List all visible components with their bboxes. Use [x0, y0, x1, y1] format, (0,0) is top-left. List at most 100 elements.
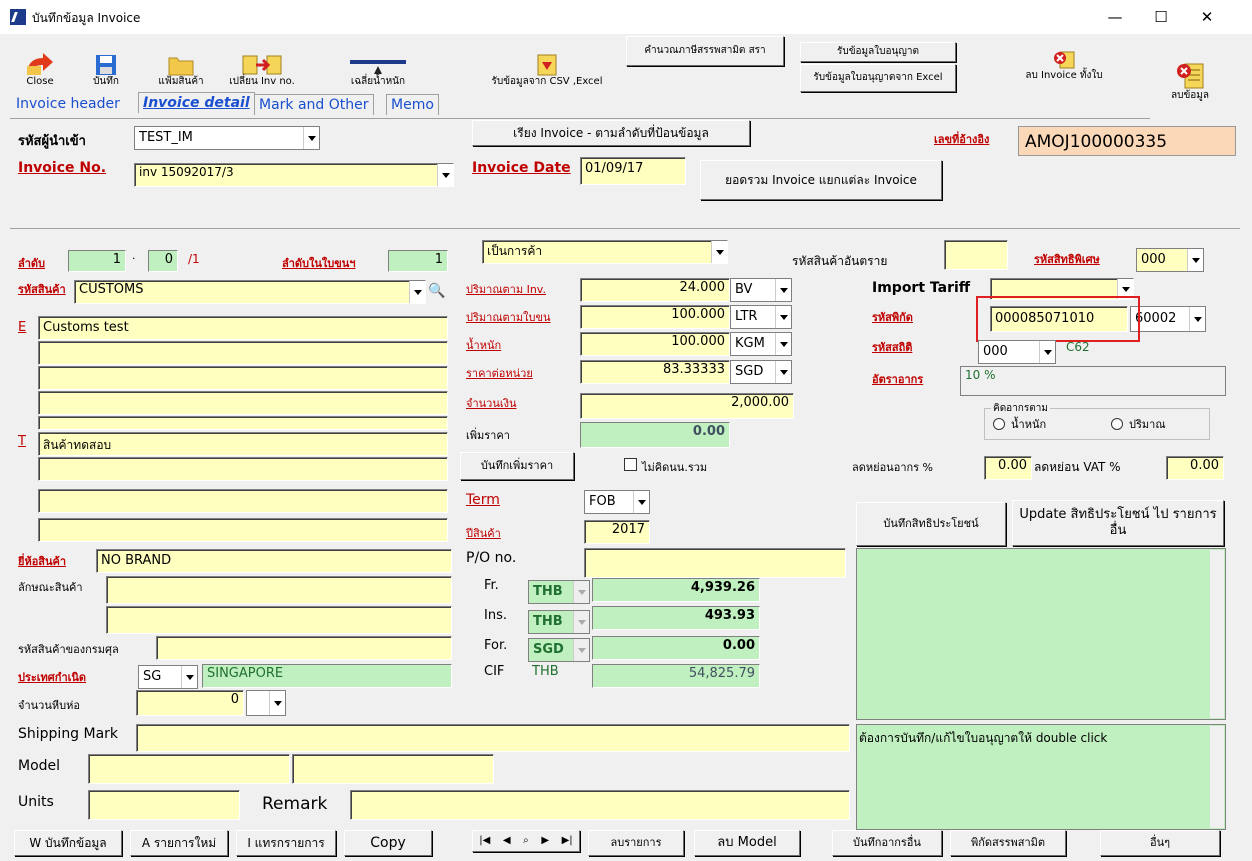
- weight-field[interactable]: 100.000: [580, 332, 730, 356]
- seq-sub-field[interactable]: 0: [148, 250, 178, 272]
- tab-invoice-header[interactable]: Invoice header: [12, 94, 124, 114]
- vat-reduce-field[interactable]: 0.00: [1166, 456, 1224, 480]
- e-line-3[interactable]: [38, 366, 448, 390]
- ins-currency-select[interactable]: THB: [528, 610, 590, 634]
- shipping-mark-field[interactable]: [136, 724, 850, 752]
- next-record-icon[interactable]: ▶: [541, 835, 549, 847]
- qty-doc-field[interactable]: 100.000: [580, 305, 730, 329]
- remark-field[interactable]: [350, 790, 850, 820]
- chevron-down-icon[interactable]: [775, 279, 791, 301]
- delete-item-button[interactable]: ลบรายการ: [588, 830, 684, 856]
- binoculars-icon[interactable]: 🔍: [428, 283, 445, 299]
- invoice-date-field[interactable]: 01/09/17: [580, 157, 686, 185]
- t-line-4[interactable]: [38, 518, 448, 542]
- units-field[interactable]: [88, 790, 240, 820]
- new-item-button[interactable]: A รายการใหม่: [130, 830, 228, 856]
- tab-mark-and-other[interactable]: Mark and Other: [254, 94, 374, 115]
- minimize-button[interactable]: —: [1092, 2, 1138, 32]
- model-field-2[interactable]: [292, 754, 494, 784]
- receive-permit-button[interactable]: รับข้อมูลใบอนุญาต: [800, 42, 956, 62]
- chevron-down-icon[interactable]: [775, 333, 791, 355]
- origin-select[interactable]: SG: [138, 665, 198, 689]
- chevron-down-icon[interactable]: [775, 306, 791, 328]
- duty-weight-radio[interactable]: [993, 418, 1005, 430]
- package-count-field[interactable]: 0: [136, 690, 244, 716]
- invoice-no-select[interactable]: inv 15092017/3: [134, 163, 454, 187]
- other-button[interactable]: อื่นๆ: [1100, 830, 1220, 856]
- model-field-1[interactable]: [88, 754, 290, 784]
- first-record-icon[interactable]: |◀: [479, 835, 490, 847]
- delete-invoice-button[interactable]: ลบ Invoice ทั้งใบ: [1024, 34, 1104, 84]
- brand-field[interactable]: NO BRAND: [96, 549, 452, 573]
- calc-excise-button[interactable]: คำนวณภาษีสรรพสามิต สรา: [626, 36, 784, 66]
- chevron-down-icon[interactable]: [437, 164, 453, 186]
- term-select[interactable]: FOB: [584, 490, 650, 514]
- privilege-list-scrollbar[interactable]: [1210, 550, 1224, 718]
- product-year-field[interactable]: 2017: [584, 520, 650, 544]
- save-other-duty-button[interactable]: บันทึกอากรอื่น: [832, 830, 942, 856]
- receive-permit-excel-button[interactable]: รับข้อมูลใบอนุญาตจาก Excel: [800, 64, 956, 92]
- insert-item-button[interactable]: I แทรกรายการ: [236, 830, 336, 856]
- seq-field[interactable]: 1: [68, 250, 126, 272]
- characteristic-line-1[interactable]: [106, 576, 452, 604]
- fr-currency-select[interactable]: THB: [528, 580, 590, 604]
- chevron-down-icon[interactable]: [573, 581, 589, 603]
- close-window-button[interactable]: ✕: [1184, 2, 1230, 32]
- type-select[interactable]: เป็นการค้า: [482, 240, 728, 264]
- stat-code-select[interactable]: 000: [978, 340, 1056, 364]
- prev-record-icon[interactable]: ◀: [503, 835, 511, 847]
- sort-invoice-button[interactable]: เรียง Invoice - ตามลำดับที่ป้อนข้อมูล: [472, 120, 750, 146]
- e-line-4[interactable]: [38, 391, 448, 415]
- chevron-down-icon[interactable]: [633, 491, 649, 513]
- update-privilege-button[interactable]: Update สิทธิประโยชน์ ไป รายการอื่น: [1012, 500, 1224, 546]
- chevron-down-icon[interactable]: [1187, 249, 1203, 271]
- chevron-down-icon[interactable]: [775, 361, 791, 383]
- chevron-down-icon[interactable]: [303, 127, 319, 149]
- characteristic-line-2[interactable]: [106, 606, 452, 634]
- save-add-price-button[interactable]: บันทึกเพิ่มราคา: [460, 452, 574, 480]
- privilege-list[interactable]: [856, 548, 1226, 720]
- cargo-seq-field[interactable]: 1: [388, 250, 448, 272]
- avg-weight-button[interactable]: เฉลี่ยน้ำหนัก: [318, 34, 438, 90]
- excise-tariff-button[interactable]: พิกัดสรรพสามิต: [950, 830, 1066, 856]
- e-line-1[interactable]: Customs test: [38, 316, 448, 340]
- t-line-3[interactable]: [38, 489, 448, 513]
- close-button[interactable]: Close: [12, 34, 68, 90]
- for-currency-select[interactable]: SGD: [528, 638, 590, 662]
- tab-invoice-detail[interactable]: Invoice detail: [138, 92, 255, 113]
- qty-inv-field[interactable]: 24.000: [580, 278, 730, 302]
- chevron-down-icon[interactable]: [409, 281, 425, 303]
- tab-memo[interactable]: Memo: [386, 94, 439, 115]
- privilege-code-select[interactable]: 000: [1136, 248, 1204, 272]
- product-file-button[interactable]: แฟ้มสินค้า: [148, 34, 214, 90]
- hs-suffix-select[interactable]: 60002: [1130, 306, 1206, 332]
- e-line-2[interactable]: [38, 341, 448, 365]
- chevron-down-icon[interactable]: [1039, 341, 1055, 363]
- chevron-down-icon[interactable]: [573, 639, 589, 661]
- chevron-down-icon[interactable]: [711, 241, 727, 263]
- change-inv-button[interactable]: เปลี่ยน Inv no.: [222, 34, 302, 90]
- chevron-down-icon[interactable]: [573, 611, 589, 633]
- qty-doc-unit-select[interactable]: LTR: [730, 305, 792, 329]
- duty-reduce-field[interactable]: 0.00: [984, 456, 1032, 480]
- product-code-select[interactable]: CUSTOMS: [74, 280, 426, 304]
- chevron-down-icon[interactable]: [181, 666, 197, 688]
- po-field[interactable]: [584, 548, 846, 578]
- qty-inv-unit-select[interactable]: BV: [730, 278, 792, 302]
- customs-code-field[interactable]: [156, 636, 452, 660]
- t-line-1[interactable]: สินค้าทดสอบ: [38, 432, 448, 456]
- weight-unit-select[interactable]: KGM: [730, 332, 792, 356]
- package-unit-select[interactable]: [246, 690, 286, 716]
- maximize-button[interactable]: ☐: [1138, 2, 1184, 32]
- e-line-5[interactable]: [38, 416, 448, 430]
- delete-model-button[interactable]: ลบ Model: [694, 830, 800, 856]
- save-privilege-button[interactable]: บันทึกสิทธิประโยชน์: [856, 502, 1006, 546]
- t-line-2[interactable]: [38, 457, 448, 481]
- find-record-icon[interactable]: ⌕: [523, 835, 529, 847]
- permit-list[interactable]: ต้องการบันทึก/แก้ไขใบอนุญาตให้ double cl…: [856, 724, 1226, 830]
- unit-price-field[interactable]: 83.33333: [580, 360, 730, 384]
- importer-select[interactable]: TEST_IM: [134, 126, 320, 150]
- duty-qty-radio[interactable]: [1111, 418, 1123, 430]
- no-calc-checkbox[interactable]: [624, 458, 637, 471]
- chevron-down-icon[interactable]: [269, 691, 285, 715]
